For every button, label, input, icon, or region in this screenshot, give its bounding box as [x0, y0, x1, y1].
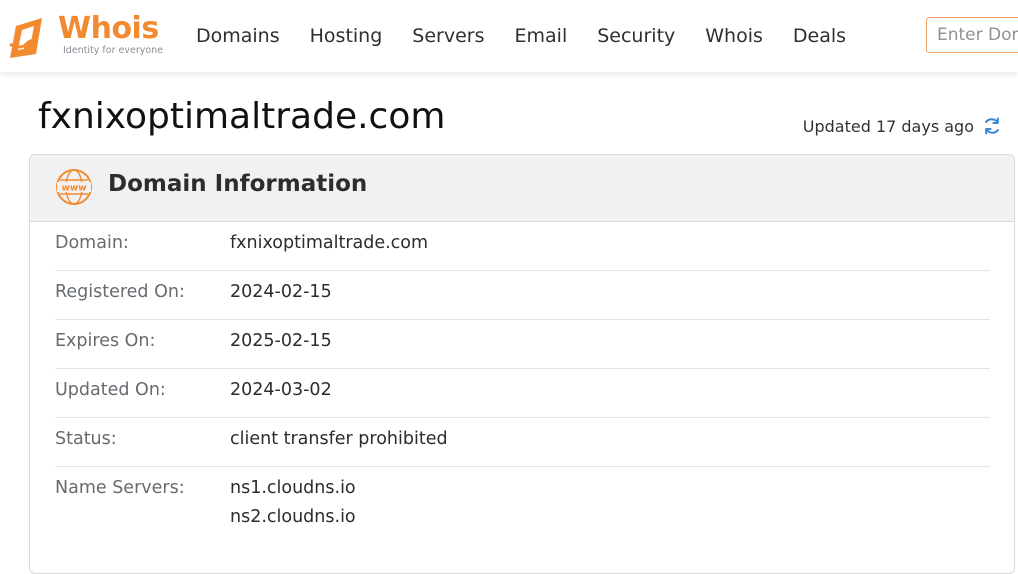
table-row: Registered On: 2024-02-15 [55, 271, 990, 320]
logo-mark-icon [9, 18, 42, 58]
row-label-expires-on: Expires On: [55, 331, 156, 351]
table-row: Updated On: 2024-03-02 [55, 369, 990, 418]
row-value-updated-on: 2024-03-02 [230, 380, 332, 400]
nav-item-email[interactable]: Email [500, 22, 583, 50]
nav-item-servers[interactable]: Servers [397, 22, 499, 50]
domain-information-card: www Domain Information Domain: fxnixopti… [29, 154, 1015, 574]
nav-item-hosting[interactable]: Hosting [295, 22, 398, 50]
logo-tagline: Identity for everyone [63, 45, 164, 56]
row-label-name-servers: Name Servers: [55, 478, 185, 498]
row-label-domain: Domain: [55, 233, 129, 253]
row-label-registered-on: Registered On: [55, 282, 185, 302]
whois-logo[interactable]: Whois Identity for everyone [8, 11, 168, 60]
nav-item-whois[interactable]: Whois [690, 22, 778, 50]
svg-text:www: www [62, 184, 87, 194]
card-title: Domain Information [108, 171, 368, 197]
refresh-icon[interactable] [982, 116, 1002, 136]
row-value-registered-on: 2024-02-15 [230, 282, 332, 302]
row-value-name-servers: ns1.cloudns.io ns2.cloudns.io [230, 462, 356, 547]
www-icon: www [56, 169, 92, 205]
domain-search-input[interactable] [926, 17, 1018, 53]
table-row: Status: client transfer prohibited [55, 418, 990, 467]
logo-wordmark: Whois [58, 11, 159, 46]
page-title: fxnixoptimaltrade.com [38, 96, 446, 137]
row-label-updated-on: Updated On: [55, 380, 166, 400]
domain-info-table: Domain: fxnixoptimaltrade.com Registered… [55, 222, 990, 547]
row-value-status: client transfer prohibited [230, 429, 448, 449]
site-header: Whois Identity for everyone Domains Host… [0, 0, 1018, 72]
nav-item-domains[interactable]: Domains [181, 22, 295, 50]
name-server-2: ns2.cloudns.io [230, 507, 356, 527]
row-label-status: Status: [55, 429, 117, 449]
table-row: Expires On: 2025-02-15 [55, 320, 990, 369]
nav-item-security[interactable]: Security [582, 22, 690, 50]
updated-text: Updated 17 days ago [802, 116, 974, 136]
row-value-domain: fxnixoptimaltrade.com [230, 233, 429, 253]
row-value-expires-on: 2025-02-15 [230, 331, 332, 351]
main-nav: Domains Hosting Servers Email Security W… [181, 22, 861, 50]
table-row: Name Servers: ns1.cloudns.io ns2.cloudns… [55, 467, 990, 547]
nav-item-deals[interactable]: Deals [778, 22, 861, 50]
updated-status: Updated 17 days ago [803, 116, 1002, 136]
card-header: www Domain Information [30, 155, 1014, 222]
name-server-1: ns1.cloudns.io [230, 478, 356, 498]
table-row: Domain: fxnixoptimaltrade.com [55, 222, 990, 271]
